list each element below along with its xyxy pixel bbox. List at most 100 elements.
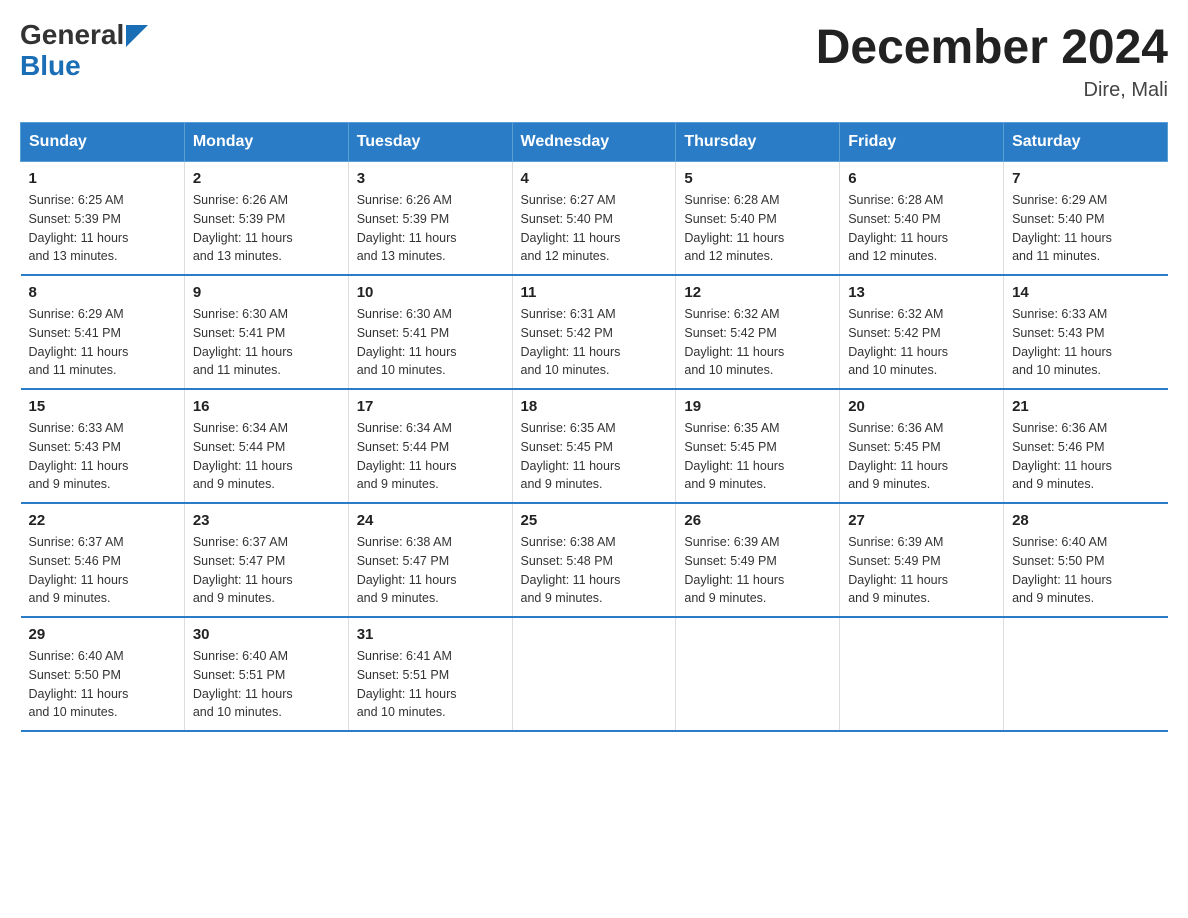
week-row-4: 22 Sunrise: 6:37 AMSunset: 5:46 PMDaylig…	[21, 503, 1168, 617]
day-info: Sunrise: 6:41 AMSunset: 5:51 PMDaylight:…	[357, 649, 457, 719]
calendar-title: December 2024	[816, 20, 1168, 75]
day-number: 7	[1012, 170, 1159, 187]
calendar-cell: 23 Sunrise: 6:37 AMSunset: 5:47 PMDaylig…	[184, 503, 348, 617]
day-info: Sunrise: 6:29 AMSunset: 5:40 PMDaylight:…	[1012, 193, 1112, 263]
day-number: 3	[357, 170, 504, 187]
calendar-cell: 16 Sunrise: 6:34 AMSunset: 5:44 PMDaylig…	[184, 389, 348, 503]
weekday-header-tuesday: Tuesday	[348, 123, 512, 162]
calendar-cell: 19 Sunrise: 6:35 AMSunset: 5:45 PMDaylig…	[676, 389, 840, 503]
logo-general: General	[20, 20, 124, 51]
day-number: 23	[193, 512, 340, 529]
day-info: Sunrise: 6:37 AMSunset: 5:46 PMDaylight:…	[29, 535, 129, 605]
calendar-cell: 2 Sunrise: 6:26 AMSunset: 5:39 PMDayligh…	[184, 162, 348, 276]
calendar-cell: 20 Sunrise: 6:36 AMSunset: 5:45 PMDaylig…	[840, 389, 1004, 503]
calendar-cell: 6 Sunrise: 6:28 AMSunset: 5:40 PMDayligh…	[840, 162, 1004, 276]
calendar-cell: 30 Sunrise: 6:40 AMSunset: 5:51 PMDaylig…	[184, 617, 348, 731]
title-section: December 2024 Dire, Mali	[816, 20, 1168, 102]
day-number: 31	[357, 626, 504, 643]
day-info: Sunrise: 6:36 AMSunset: 5:46 PMDaylight:…	[1012, 421, 1112, 491]
day-info: Sunrise: 6:26 AMSunset: 5:39 PMDaylight:…	[193, 193, 293, 263]
calendar-cell: 3 Sunrise: 6:26 AMSunset: 5:39 PMDayligh…	[348, 162, 512, 276]
day-number: 29	[29, 626, 176, 643]
weekday-header-saturday: Saturday	[1004, 123, 1168, 162]
calendar-header: SundayMondayTuesdayWednesdayThursdayFrid…	[21, 123, 1168, 162]
calendar-cell: 28 Sunrise: 6:40 AMSunset: 5:50 PMDaylig…	[1004, 503, 1168, 617]
day-number: 14	[1012, 284, 1159, 301]
calendar-cell: 8 Sunrise: 6:29 AMSunset: 5:41 PMDayligh…	[21, 275, 185, 389]
calendar-cell	[512, 617, 676, 731]
calendar-cell: 22 Sunrise: 6:37 AMSunset: 5:46 PMDaylig…	[21, 503, 185, 617]
calendar-cell: 21 Sunrise: 6:36 AMSunset: 5:46 PMDaylig…	[1004, 389, 1168, 503]
day-info: Sunrise: 6:27 AMSunset: 5:40 PMDaylight:…	[521, 193, 621, 263]
day-info: Sunrise: 6:33 AMSunset: 5:43 PMDaylight:…	[1012, 307, 1112, 377]
day-info: Sunrise: 6:35 AMSunset: 5:45 PMDaylight:…	[521, 421, 621, 491]
day-number: 4	[521, 170, 668, 187]
calendar-cell: 11 Sunrise: 6:31 AMSunset: 5:42 PMDaylig…	[512, 275, 676, 389]
calendar-body: 1 Sunrise: 6:25 AMSunset: 5:39 PMDayligh…	[21, 162, 1168, 732]
calendar-cell: 1 Sunrise: 6:25 AMSunset: 5:39 PMDayligh…	[21, 162, 185, 276]
calendar-cell: 29 Sunrise: 6:40 AMSunset: 5:50 PMDaylig…	[21, 617, 185, 731]
day-number: 8	[29, 284, 176, 301]
week-row-5: 29 Sunrise: 6:40 AMSunset: 5:50 PMDaylig…	[21, 617, 1168, 731]
day-info: Sunrise: 6:36 AMSunset: 5:45 PMDaylight:…	[848, 421, 948, 491]
calendar-cell: 24 Sunrise: 6:38 AMSunset: 5:47 PMDaylig…	[348, 503, 512, 617]
week-row-2: 8 Sunrise: 6:29 AMSunset: 5:41 PMDayligh…	[21, 275, 1168, 389]
day-info: Sunrise: 6:37 AMSunset: 5:47 PMDaylight:…	[193, 535, 293, 605]
calendar-cell: 15 Sunrise: 6:33 AMSunset: 5:43 PMDaylig…	[21, 389, 185, 503]
calendar-cell: 14 Sunrise: 6:33 AMSunset: 5:43 PMDaylig…	[1004, 275, 1168, 389]
calendar-cell: 5 Sunrise: 6:28 AMSunset: 5:40 PMDayligh…	[676, 162, 840, 276]
day-number: 12	[684, 284, 831, 301]
day-number: 17	[357, 398, 504, 415]
day-number: 26	[684, 512, 831, 529]
day-number: 19	[684, 398, 831, 415]
day-number: 6	[848, 170, 995, 187]
day-info: Sunrise: 6:32 AMSunset: 5:42 PMDaylight:…	[848, 307, 948, 377]
calendar-cell: 10 Sunrise: 6:30 AMSunset: 5:41 PMDaylig…	[348, 275, 512, 389]
calendar-cell: 9 Sunrise: 6:30 AMSunset: 5:41 PMDayligh…	[184, 275, 348, 389]
calendar-cell: 18 Sunrise: 6:35 AMSunset: 5:45 PMDaylig…	[512, 389, 676, 503]
logo-blue: Blue	[20, 50, 81, 81]
week-row-1: 1 Sunrise: 6:25 AMSunset: 5:39 PMDayligh…	[21, 162, 1168, 276]
day-number: 18	[521, 398, 668, 415]
day-number: 10	[357, 284, 504, 301]
day-number: 16	[193, 398, 340, 415]
day-number: 1	[29, 170, 176, 187]
day-info: Sunrise: 6:40 AMSunset: 5:50 PMDaylight:…	[1012, 535, 1112, 605]
day-number: 28	[1012, 512, 1159, 529]
day-info: Sunrise: 6:32 AMSunset: 5:42 PMDaylight:…	[684, 307, 784, 377]
calendar-cell: 13 Sunrise: 6:32 AMSunset: 5:42 PMDaylig…	[840, 275, 1004, 389]
weekday-header-friday: Friday	[840, 123, 1004, 162]
logo: General Blue	[20, 20, 148, 82]
day-info: Sunrise: 6:25 AMSunset: 5:39 PMDaylight:…	[29, 193, 129, 263]
day-info: Sunrise: 6:30 AMSunset: 5:41 PMDaylight:…	[193, 307, 293, 377]
calendar-cell: 17 Sunrise: 6:34 AMSunset: 5:44 PMDaylig…	[348, 389, 512, 503]
day-number: 24	[357, 512, 504, 529]
day-number: 22	[29, 512, 176, 529]
weekday-header-row: SundayMondayTuesdayWednesdayThursdayFrid…	[21, 123, 1168, 162]
calendar-cell: 12 Sunrise: 6:32 AMSunset: 5:42 PMDaylig…	[676, 275, 840, 389]
weekday-header-monday: Monday	[184, 123, 348, 162]
day-info: Sunrise: 6:38 AMSunset: 5:47 PMDaylight:…	[357, 535, 457, 605]
calendar-subtitle: Dire, Mali	[816, 79, 1168, 102]
day-number: 9	[193, 284, 340, 301]
day-number: 5	[684, 170, 831, 187]
weekday-header-thursday: Thursday	[676, 123, 840, 162]
calendar-cell: 25 Sunrise: 6:38 AMSunset: 5:48 PMDaylig…	[512, 503, 676, 617]
day-info: Sunrise: 6:28 AMSunset: 5:40 PMDaylight:…	[684, 193, 784, 263]
calendar-cell	[1004, 617, 1168, 731]
day-info: Sunrise: 6:39 AMSunset: 5:49 PMDaylight:…	[684, 535, 784, 605]
day-info: Sunrise: 6:34 AMSunset: 5:44 PMDaylight:…	[357, 421, 457, 491]
logo-arrow-icon	[126, 25, 148, 47]
day-number: 13	[848, 284, 995, 301]
day-info: Sunrise: 6:30 AMSunset: 5:41 PMDaylight:…	[357, 307, 457, 377]
calendar-cell: 26 Sunrise: 6:39 AMSunset: 5:49 PMDaylig…	[676, 503, 840, 617]
day-info: Sunrise: 6:40 AMSunset: 5:51 PMDaylight:…	[193, 649, 293, 719]
page-header: General Blue December 2024 Dire, Mali	[20, 20, 1168, 102]
day-info: Sunrise: 6:31 AMSunset: 5:42 PMDaylight:…	[521, 307, 621, 377]
day-number: 25	[521, 512, 668, 529]
day-number: 21	[1012, 398, 1159, 415]
weekday-header-wednesday: Wednesday	[512, 123, 676, 162]
calendar-cell: 27 Sunrise: 6:39 AMSunset: 5:49 PMDaylig…	[840, 503, 1004, 617]
calendar-table: SundayMondayTuesdayWednesdayThursdayFrid…	[20, 122, 1168, 732]
day-info: Sunrise: 6:39 AMSunset: 5:49 PMDaylight:…	[848, 535, 948, 605]
